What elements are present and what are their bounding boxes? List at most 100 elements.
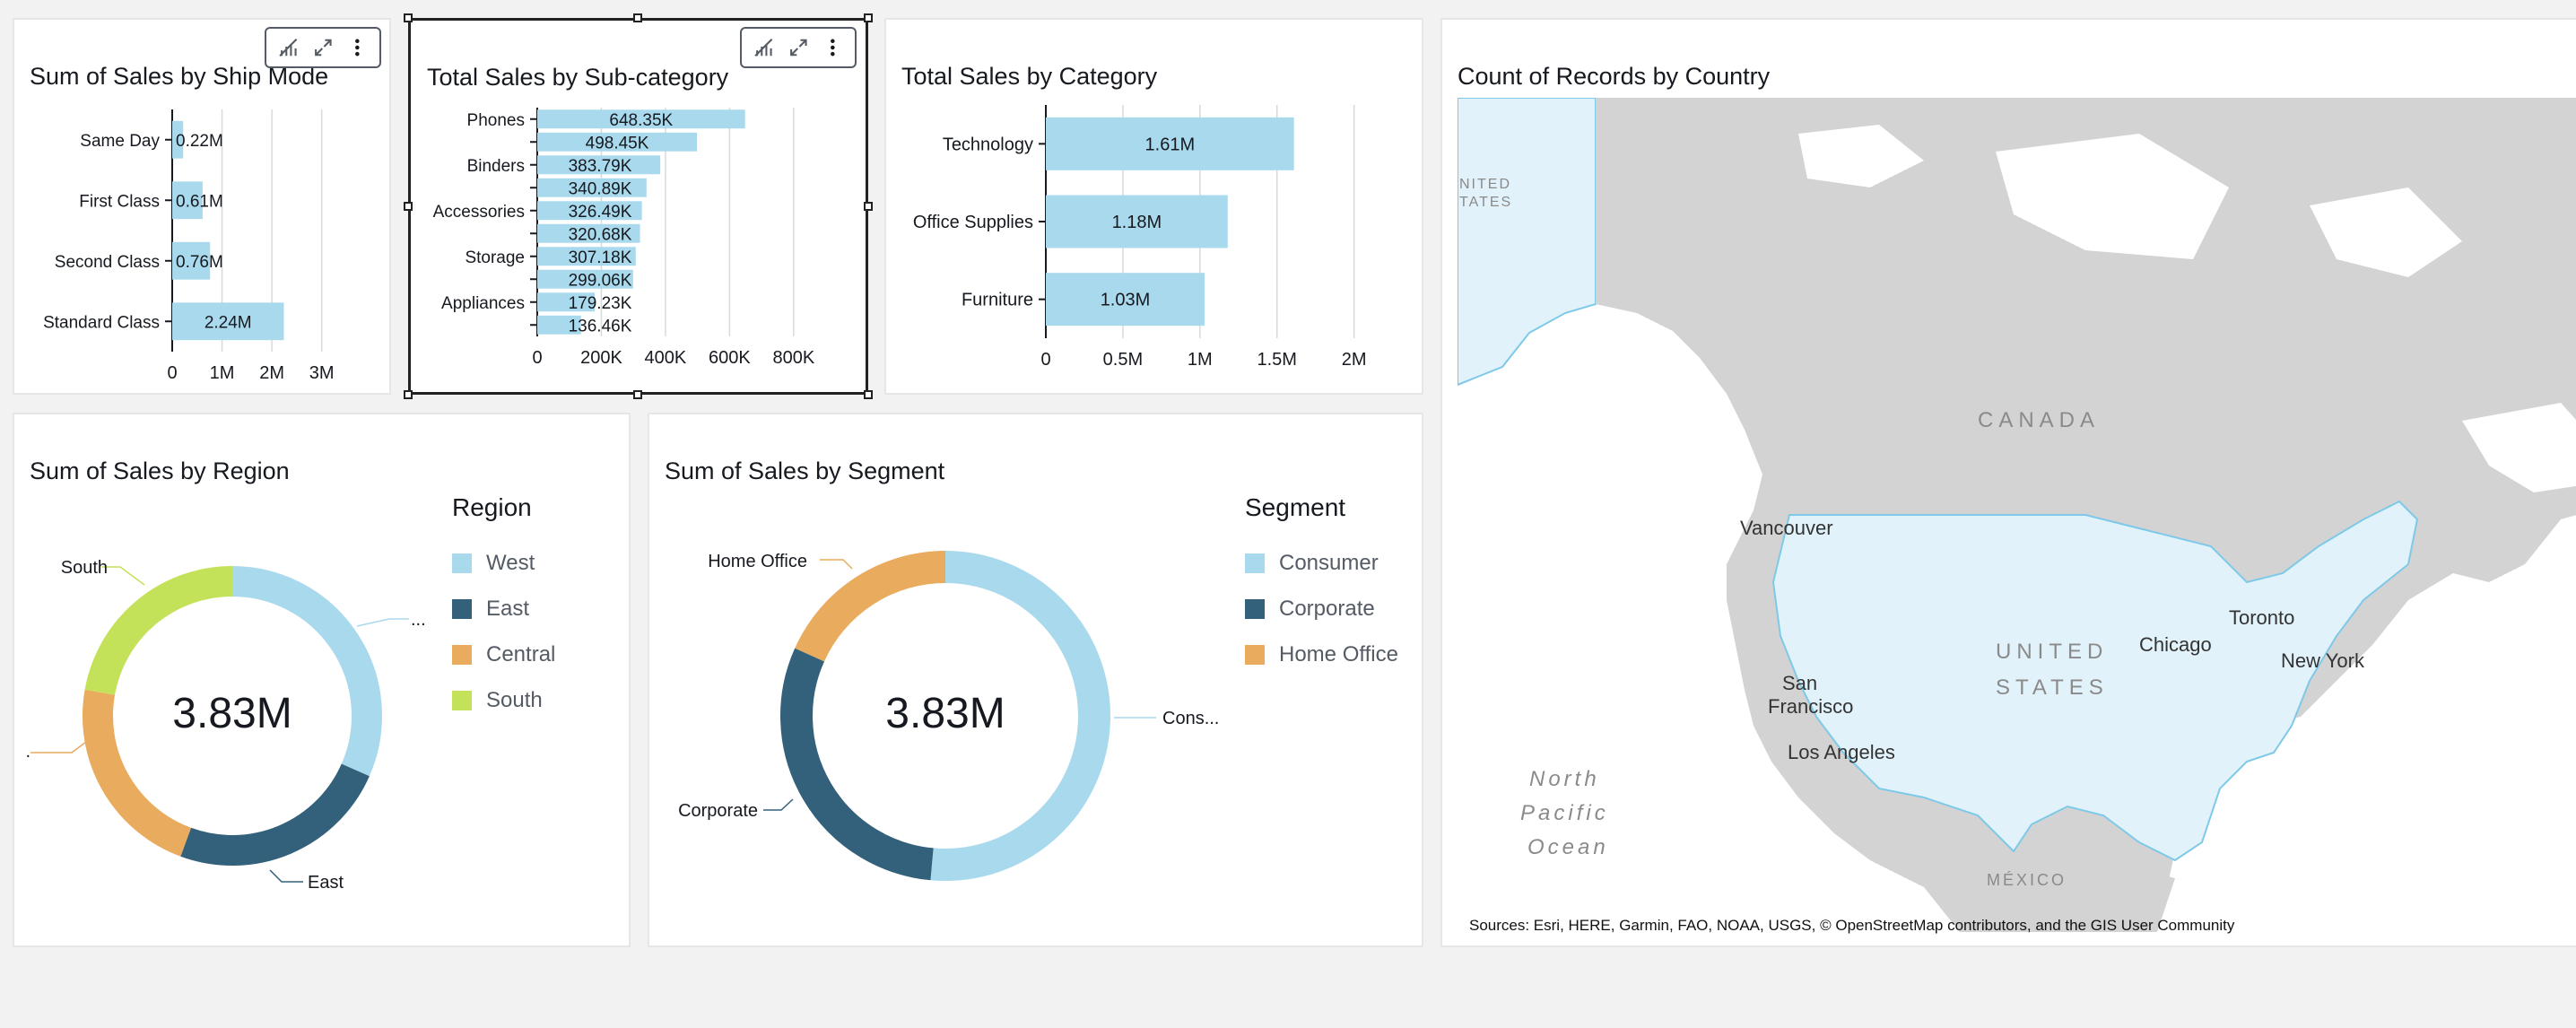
data-label: 2.24M — [205, 313, 252, 332]
x-tick-label: 1M — [1188, 350, 1213, 370]
map-label-chicago: Chicago — [2139, 633, 2212, 656]
data-label: 1.18M — [1112, 213, 1162, 232]
category-label: Appliances — [441, 294, 525, 313]
panel-sub-category[interactable]: Total Sales by Sub-category 0 200K 400K 600… — [404, 13, 873, 399]
legend-swatch — [452, 599, 472, 619]
sub-category-bar-chart[interactable]: 0 200K 400K 600K 800K Phones 648.35K 498.45K Bin… — [408, 18, 868, 395]
callout-label: Cons... — [1162, 709, 1219, 728]
more-options-icon[interactable] — [822, 36, 844, 59]
data-label: 340.89K — [569, 179, 632, 198]
panel-country-map[interactable]: Count of Records by Country CANADA UNITE… — [1440, 18, 2576, 947]
legend-item[interactable]: Home Office — [1245, 642, 1398, 667]
legend-item[interactable]: Corporate — [1245, 597, 1375, 622]
data-label: 0.22M — [176, 132, 223, 151]
x-tick-label: 0.5M — [1103, 350, 1143, 370]
legend-item[interactable]: Central — [452, 642, 555, 667]
category-label: Phones — [467, 111, 525, 130]
data-label: 648.35K — [609, 111, 673, 130]
more-options-icon[interactable] — [346, 36, 369, 59]
map-label-us-line1: UNITED — [1996, 640, 2108, 664]
data-label: 1.61M — [1145, 135, 1196, 154]
data-label: 0.76M — [176, 253, 223, 272]
callout-label: . — [25, 742, 30, 762]
callout-line — [356, 618, 409, 627]
category-label: Accessories — [433, 203, 525, 222]
x-tick-label: 3M — [309, 363, 335, 383]
donut-slice — [795, 551, 946, 662]
resize-handle-top-right[interactable] — [864, 13, 873, 22]
data-label: 498.45K — [586, 134, 649, 152]
resize-handle-right[interactable] — [864, 202, 873, 211]
visual-toolbar-selected — [740, 27, 857, 68]
resize-handle-bottom[interactable] — [633, 390, 642, 399]
callout-line — [269, 869, 303, 883]
chart-type-icon[interactable] — [277, 36, 300, 59]
x-tick-label: 1.5M — [1257, 350, 1296, 370]
data-label: 299.06K — [569, 271, 632, 290]
category-label: Same Day — [80, 132, 160, 151]
map-label-us-line2: STATES — [1996, 675, 2109, 700]
legend-swatch — [452, 645, 472, 665]
callout-label: ... — [411, 610, 426, 630]
legend-title: Segment — [1245, 493, 1346, 521]
x-tick-label: 2M — [1342, 350, 1367, 370]
callout-label: Home Office — [708, 552, 807, 571]
region-donut-chart[interactable]: South.... East — [14, 414, 631, 947]
map-label-sf-line2: Francisco — [1768, 695, 1853, 718]
legend-label: East — [486, 597, 530, 621]
callout-line — [820, 559, 853, 570]
category-bar-chart[interactable]: 0 0.5M 1M 1.5M 2M Technology 1.61M Office Suppl… — [886, 20, 1423, 395]
map-label-ocean-line1: North — [1529, 767, 1600, 791]
donut-slice — [180, 763, 370, 866]
map-label-mexico: MÉXICO — [1987, 871, 2067, 889]
callout-label: Corporate — [678, 801, 758, 821]
legend-label: Corporate — [1279, 597, 1375, 621]
resize-handle-bottom-right[interactable] — [864, 390, 873, 399]
category-label: Storage — [465, 248, 525, 267]
legend-item[interactable]: Consumer — [1245, 551, 1379, 576]
data-label: 320.68K — [569, 225, 632, 244]
data-label: 307.18K — [569, 248, 632, 267]
resize-handle-left[interactable] — [404, 202, 413, 211]
panel-title: Count of Records by Country — [1458, 63, 1771, 90]
donut-slice — [780, 648, 934, 881]
resize-handle-bottom-left[interactable] — [404, 390, 413, 399]
category-label: Furniture — [962, 291, 1033, 310]
donut-total: 3.83M — [885, 690, 1005, 737]
x-tick-label: 0 — [167, 363, 177, 383]
legend-item[interactable]: South — [452, 688, 543, 713]
legend-item[interactable]: East — [452, 597, 529, 622]
resize-handle-top[interactable] — [633, 13, 642, 22]
callout-line — [102, 566, 145, 586]
resize-handle-top-left[interactable] — [404, 13, 413, 22]
map-label-new-york: New York — [2281, 649, 2365, 672]
visual-toolbar — [265, 27, 381, 68]
map-label-ocean-line2: Pacific — [1520, 801, 1609, 825]
category-label: Standard Class — [43, 313, 160, 332]
legend-label: Central — [486, 642, 556, 666]
x-tick-label: 400K — [645, 348, 687, 368]
legend-swatch — [1245, 645, 1265, 665]
callout-label: South — [61, 558, 108, 578]
map-attribution: Sources: Esri, HERE, Garmin, FAO, NOAA, … — [1469, 917, 2235, 934]
panel-category[interactable]: Total Sales by Category 0 0.5M 1M 1.5M 2M Tec… — [884, 18, 1423, 395]
data-label: 0.61M — [176, 192, 223, 211]
expand-icon[interactable] — [788, 36, 810, 59]
panel-region[interactable]: Sum of Sales by Region South.... East 3.8… — [13, 413, 631, 947]
country-map[interactable]: CANADA UNITED STATES Vancouver Toronto C… — [1458, 98, 2576, 932]
legend-item[interactable]: West — [452, 551, 535, 576]
x-tick-label: 1M — [210, 363, 235, 383]
expand-icon[interactable] — [312, 36, 335, 59]
legend-swatch — [1245, 599, 1265, 619]
data-label: 383.79K — [569, 157, 632, 176]
panel-segment[interactable]: Sum of Sales by Segment Home Office Corpo… — [648, 413, 1423, 947]
map-label-sf-line1: San — [1782, 672, 1817, 694]
map-label-edge-line1: NITED — [1459, 177, 1511, 192]
chart-type-icon[interactable] — [753, 36, 775, 59]
category-label: Office Supplies — [913, 213, 1033, 232]
panel-ship-mode[interactable]: Sum of Sales by Ship Mode 0 1M 2M 3M Same Da… — [13, 18, 391, 395]
map-label-ocean-line3: Ocean — [1527, 835, 1609, 859]
legend-label: West — [486, 551, 535, 575]
map-label-los-angeles: Los Angeles — [1788, 741, 1895, 763]
ship-mode-bar-chart[interactable]: 0 1M 2M 3M Same Day 0.22M First Class 0.61M Seco… — [14, 20, 391, 395]
